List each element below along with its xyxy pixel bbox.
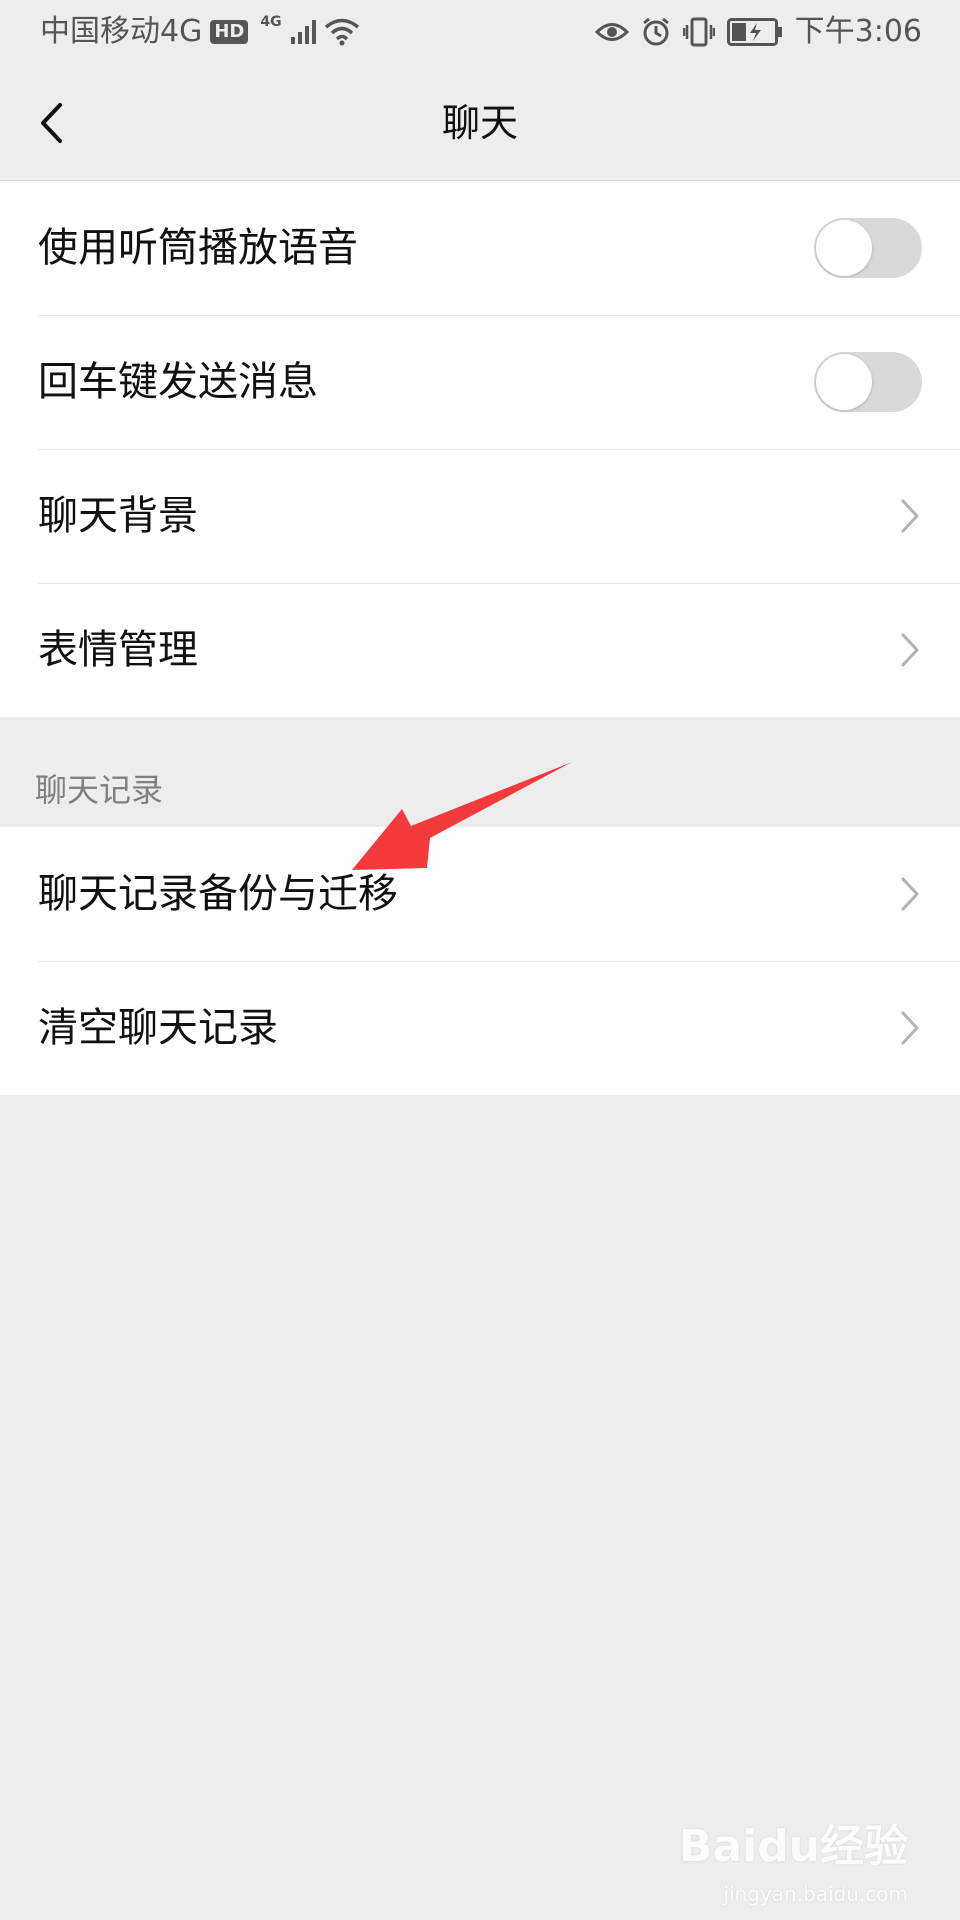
toggle-knob: [816, 220, 872, 276]
toggle-knob: [816, 354, 872, 410]
setting-row-chat-background[interactable]: 聊天背景: [0, 449, 960, 583]
enter-send-toggle[interactable]: [814, 352, 922, 412]
signal-icon: [290, 20, 316, 44]
setting-row-backup-migrate[interactable]: 聊天记录备份与迁移: [0, 827, 960, 961]
chevron-right-icon: [901, 1011, 919, 1045]
setting-label: 回车键发送消息: [38, 359, 318, 405]
alarm-icon: [642, 17, 669, 46]
chevron-right-icon: [901, 877, 919, 911]
carrier-label: 中国移动4G: [40, 14, 203, 49]
settings-group-general: 使用听筒播放语音 回车键发送消息 聊天背景 表情管理: [0, 181, 960, 717]
setting-label: 清空聊天记录: [38, 1005, 278, 1051]
setting-row-enter-send[interactable]: 回车键发送消息: [0, 315, 960, 449]
setting-row-earpiece[interactable]: 使用听筒播放语音: [0, 181, 960, 315]
settings-group-chat-history: 聊天记录备份与迁移 清空聊天记录: [0, 827, 960, 1095]
setting-label: 聊天记录备份与迁移: [38, 871, 398, 917]
watermark-url: jingyan.baidu.com: [723, 1882, 908, 1906]
setting-row-clear-history[interactable]: 清空聊天记录: [0, 961, 960, 1095]
chevron-left-icon: [41, 103, 62, 143]
setting-label: 表情管理: [38, 627, 198, 673]
section-header-chat-history: 聊天记录: [35, 771, 164, 809]
vibrate-icon: [682, 17, 715, 47]
setting-label: 聊天背景: [38, 493, 198, 539]
setting-row-sticker-management[interactable]: 表情管理: [0, 583, 960, 717]
nav-bar: 聊天: [0, 66, 960, 181]
eye-icon: [594, 23, 629, 41]
battery-icon: [726, 18, 782, 46]
watermark-logo: Baidu经验: [678, 1821, 908, 1872]
chevron-right-icon: [901, 499, 919, 533]
setting-label: 使用听筒播放语音: [38, 225, 358, 271]
time-label: 下午3:06: [794, 14, 922, 49]
earpiece-toggle[interactable]: [814, 218, 922, 278]
hd-icon: HD: [210, 20, 249, 44]
status-left: 中国移动4G HD 4G: [40, 14, 360, 50]
status-bar: 中国移动4G HD 4G 下午3:06: [0, 0, 960, 66]
wifi-icon: [324, 18, 359, 46]
signal-type-label: 4G: [260, 14, 282, 30]
status-right: 下午3:06: [594, 14, 922, 50]
page-title: 聊天: [441, 101, 518, 145]
chevron-right-icon: [901, 633, 919, 667]
back-button[interactable]: [26, 96, 76, 150]
